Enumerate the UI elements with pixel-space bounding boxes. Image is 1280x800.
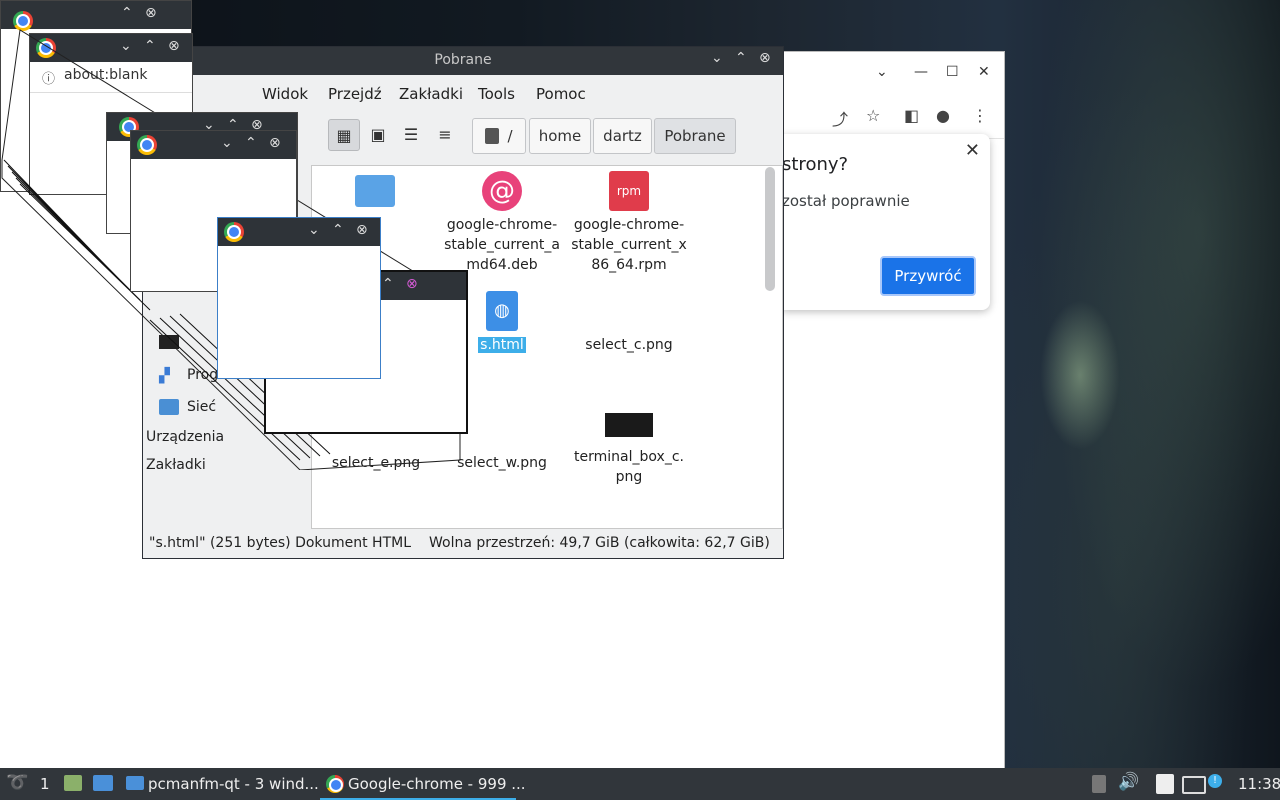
rpm-package-icon: rpm <box>609 171 649 211</box>
chevron-up-icon[interactable]: ⌃ <box>332 222 344 238</box>
maximize-button[interactable]: ☐ <box>946 64 959 80</box>
status-selection: "s.html" (251 bytes) Dokument HTML <box>149 535 411 551</box>
file-s-html-label: s.html <box>478 337 526 353</box>
chevron-down-icon[interactable]: ⌄ <box>221 135 233 151</box>
close-icon[interactable]: ⊗ <box>269 135 281 151</box>
file-terminal-label: terminal_box_c. png <box>574 449 684 485</box>
menu-tools[interactable]: Tools <box>478 85 515 103</box>
breadcrumb-dartz[interactable]: dartz <box>593 118 652 154</box>
file-rpm[interactable]: rpm google-chrome- stable_current_x 86_6… <box>566 171 692 275</box>
usb-drive-icon[interactable] <box>1092 775 1106 793</box>
chrome-titlebar: ⌄ — ☐ ✕ <box>782 52 1004 96</box>
trash-icon[interactable] <box>64 775 82 791</box>
chevron-up-icon[interactable]: ⌃ <box>382 276 394 292</box>
task-chrome-label: Google-chrome - 999 ... <box>348 775 526 793</box>
share-icon[interactable]: ⤴ <box>832 106 848 130</box>
dialog-body: został poprawnie <box>782 192 910 210</box>
chrome-logo-icon <box>224 222 244 242</box>
drive-icon <box>485 128 500 144</box>
chrome-logo-icon <box>137 135 157 155</box>
application-menu-icon[interactable]: ➰ <box>6 772 28 793</box>
fm-scrollbar[interactable] <box>765 167 775 291</box>
bookmark-star-icon[interactable]: ☆ <box>866 106 880 125</box>
chrome-toolbar: ⤴ ☆ ◧ ● ⋮ <box>782 96 1004 139</box>
dialog-close-icon[interactable]: ✕ <box>965 140 980 161</box>
folder-icon <box>126 776 144 790</box>
chrome-window-cascade-front: ⌄ ⌃ ⊗ <box>217 217 381 379</box>
clock: 11:38 <box>1238 775 1280 793</box>
restore-button[interactable]: Przywróć <box>880 256 976 296</box>
desktop-icon[interactable] <box>93 775 113 791</box>
close-icon[interactable]: ⊗ <box>406 276 418 292</box>
file-select-c-label: select_c.png <box>585 337 673 353</box>
minimize-button[interactable]: — <box>914 64 928 80</box>
task-pcmanfm-label: pcmanfm-qt - 3 wind... <box>148 775 319 793</box>
notification-icon[interactable]: ! <box>1208 774 1222 788</box>
status-free-space: Wolna przestrzeń: 49,7 GiB (całkowita: 6… <box>429 535 770 551</box>
chevron-down-icon[interactable]: ⌄ <box>711 50 723 66</box>
volume-icon[interactable]: 🔊 <box>1118 772 1139 792</box>
breadcrumb-home[interactable]: home <box>529 118 591 154</box>
task-pcmanfm[interactable]: pcmanfm-qt - 3 wind... <box>122 770 319 798</box>
chevron-up-icon[interactable]: ⌃ <box>245 135 257 151</box>
close-icon[interactable]: ⊗ <box>356 222 368 238</box>
restore-pages-dialog: strony? został poprawnie ✕ Przywróć <box>782 134 990 310</box>
chrome-logo-icon <box>326 775 344 793</box>
breadcrumb-root-label: / <box>507 127 513 145</box>
file-terminal-box[interactable]: terminal_box_c. png <box>566 413 692 487</box>
breadcrumb-root[interactable]: / <box>472 118 526 154</box>
workspace-switcher[interactable]: 1 <box>40 775 50 793</box>
network-icon[interactable] <box>1182 776 1206 794</box>
taskbar: ➰ 1 pcmanfm-qt - 3 wind... Google-chrome… <box>0 768 1280 800</box>
close-button[interactable]: ✕ <box>978 64 990 80</box>
close-icon[interactable]: ⊗ <box>759 50 771 66</box>
black-image-thumbnail-icon <box>605 413 653 437</box>
file-select-c[interactable]: select_c.png <box>566 335 692 355</box>
front-titlebar: ⌄ ⌃ ⊗ <box>218 218 380 246</box>
breadcrumb-pobrane[interactable]: Pobrane <box>654 118 736 154</box>
chevron-up-icon[interactable]: ⌃ <box>735 50 747 66</box>
menu-kebab-icon[interactable]: ⋮ <box>972 106 988 125</box>
cascade-3-titlebar: ⌄ ⌃ ⊗ <box>131 131 296 159</box>
profile-avatar-icon[interactable]: ● <box>936 106 950 125</box>
file-rpm-label: google-chrome- stable_current_x 86_64.rp… <box>571 217 687 273</box>
menu-help[interactable]: Pomoc <box>536 85 586 103</box>
task-google-chrome[interactable]: Google-chrome - 999 ... <box>320 770 526 800</box>
dialog-title: strony? <box>782 154 849 175</box>
side-panel-icon[interactable]: ◧ <box>904 106 919 125</box>
chevron-down-icon[interactable]: ⌄ <box>308 222 320 238</box>
tab-search-icon[interactable]: ⌄ <box>876 64 888 80</box>
desktop-background-light <box>1040 300 1120 450</box>
debian-package-icon: @ <box>482 171 522 211</box>
html-file-icon: ◍ <box>486 291 518 331</box>
clipboard-icon[interactable] <box>1156 774 1174 794</box>
